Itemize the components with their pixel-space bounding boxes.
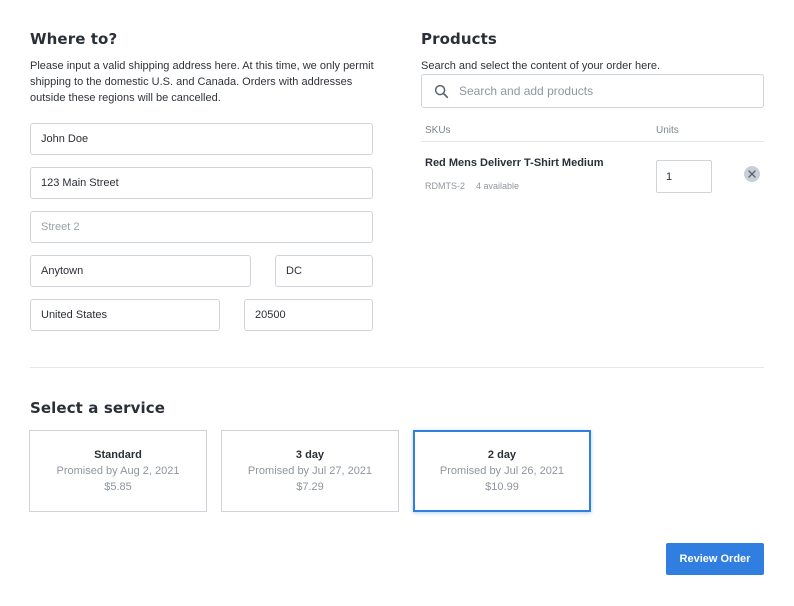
review-order-button[interactable]: Review Order [666, 543, 764, 575]
service-section-title: Select a service [30, 399, 166, 417]
units-input[interactable] [666, 170, 711, 183]
country-field[interactable] [30, 299, 220, 331]
state-field[interactable] [275, 255, 373, 287]
service-option-2-day[interactable]: 2 day Promised by Jul 26, 2021 $10.99 [413, 430, 591, 512]
state-input[interactable] [286, 265, 362, 277]
city-input[interactable] [41, 265, 240, 277]
section-divider [30, 367, 764, 368]
zip-field[interactable] [244, 299, 373, 331]
product-availability: 4 available [476, 181, 520, 191]
zip-input[interactable] [255, 309, 362, 321]
city-field[interactable] [30, 255, 251, 287]
service-price: $7.29 [296, 481, 324, 493]
product-name: Red Mens Deliverr T-Shirt Medium [425, 157, 604, 169]
country-input[interactable] [41, 309, 209, 321]
service-option-standard[interactable]: Standard Promised by Aug 2, 2021 $5.85 [29, 430, 207, 512]
skus-column-header: SKUs [425, 125, 451, 136]
products-section-title: Products [421, 30, 497, 48]
product-search-input[interactable] [459, 84, 763, 98]
service-promise-date: Promised by Jul 26, 2021 [439, 465, 565, 477]
street2-field[interactable] [30, 211, 373, 243]
units-field[interactable] [656, 160, 712, 193]
products-help-text: Search and select the content of your or… [421, 60, 661, 72]
street2-input[interactable] [41, 221, 362, 233]
units-column-header: Units [656, 125, 679, 136]
service-name: 2 day [487, 449, 517, 461]
service-option-3-day[interactable]: 3 day Promised by Jul 27, 2021 $7.29 [221, 430, 399, 512]
address-help-text: Please input a valid shipping address he… [30, 60, 374, 104]
service-price: $5.85 [104, 481, 132, 493]
name-field[interactable] [30, 123, 373, 155]
service-promise-date: Promised by Jul 27, 2021 [247, 465, 373, 477]
product-search-box[interactable] [421, 74, 764, 108]
service-name: Standard [94, 449, 142, 461]
close-icon [748, 170, 756, 178]
name-input[interactable] [41, 133, 362, 145]
remove-product-button[interactable] [744, 166, 760, 182]
products-table-divider [421, 141, 764, 142]
service-promise-date: Promised by Aug 2, 2021 [56, 465, 180, 477]
service-price: $10.99 [485, 481, 519, 493]
street1-field[interactable] [30, 167, 373, 199]
service-name: 3 day [295, 449, 325, 461]
search-icon [434, 84, 449, 99]
product-sku: RDMTS-2 [425, 181, 465, 191]
address-section-title: Where to? [30, 30, 118, 48]
street1-input[interactable] [41, 177, 362, 189]
